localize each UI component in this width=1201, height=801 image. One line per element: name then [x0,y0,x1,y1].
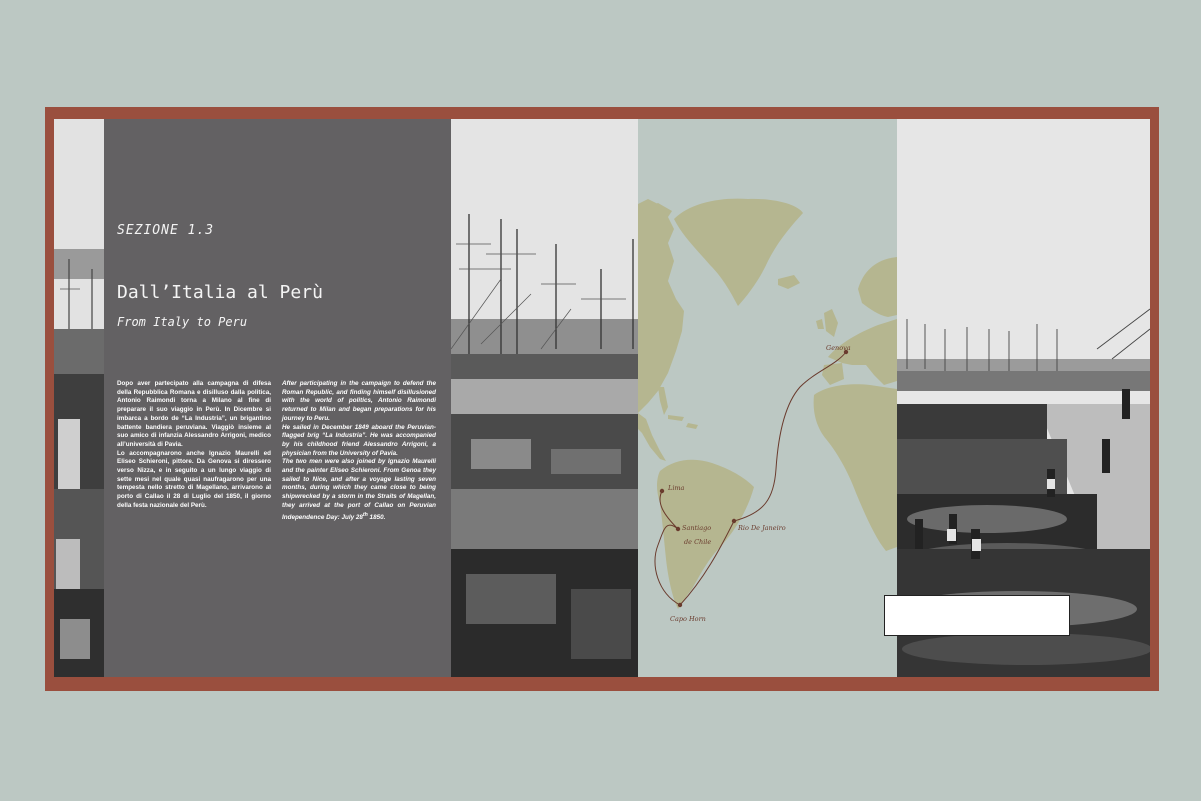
lima-marker [659,488,665,494]
caption-box [884,595,1070,636]
body-english-year: 1850. [367,513,386,521]
harbor-photo-right [897,119,1150,677]
body-english-paragraph: He sailed in December 1849 aboard the Pe… [282,423,436,457]
body-italian-paragraph: Dopo aver partecipato alla campagna di d… [117,380,271,448]
body-italian: Dopo aver partecipato alla campagna di d… [117,380,271,511]
body-italian-paragraph: Lo accompagnarono anche Ignazio Maurelli… [117,449,271,509]
voyage-map: Genova Lima Santiago de Chile Rio De Jan… [638,119,897,677]
exhibit-panel: SEZIONE 1.3 Dall’Italia al Perù From Ita… [54,119,1150,677]
body-english-paragraph: After participating in the campaign to d… [282,380,436,422]
section-label: SEZIONE 1.3 [117,223,215,238]
title-english: From Italy to Peru [117,315,248,329]
title-italian: Dall’Italia al Perù [117,282,323,303]
lima-label: Lima [667,484,685,492]
harbor-photo-left [54,119,104,677]
capo-horn-marker [677,602,683,608]
body-english: After participating in the campaign to d… [282,380,436,522]
genova-label: Genova [826,344,851,352]
santiago-label-2: de Chile [684,538,711,546]
santiago-label: Santiago [682,524,711,532]
text-panel: SEZIONE 1.3 Dall’Italia al Perù From Ita… [104,119,451,677]
body-english-paragraph: The two men were also joined by Ignazio … [282,458,436,522]
capo-horn-label: Capo Horn [670,615,706,623]
harbor-photo-middle [451,119,638,677]
rio-label: Rio De Janeiro [737,524,786,532]
rio-marker [731,518,737,524]
body-english-text: The two men were also joined by Ignazio … [282,458,436,521]
santiago-marker [675,526,681,532]
